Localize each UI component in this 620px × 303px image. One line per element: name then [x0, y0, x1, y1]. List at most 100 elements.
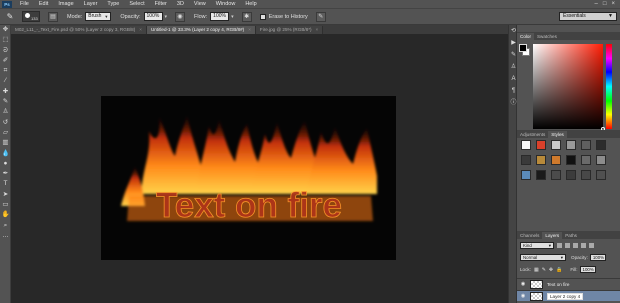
color-picker-field[interactable] — [533, 44, 605, 131]
eye-icon[interactable]: ◉ — [519, 293, 527, 299]
foreground-color-swatch[interactable] — [519, 44, 527, 52]
style-swatch[interactable] — [551, 170, 561, 180]
style-swatch[interactable] — [581, 140, 591, 150]
zoom-tool-icon[interactable]: ⌕ — [0, 221, 11, 231]
menu-help[interactable]: Help — [240, 0, 261, 8]
opacity-slider-arrow-icon[interactable]: ▾ — [165, 14, 168, 20]
eyedropper-tool-icon[interactable]: ⁄ — [0, 76, 11, 86]
style-swatch[interactable] — [521, 170, 531, 180]
hand-tool-icon[interactable]: ✋ — [0, 210, 11, 220]
menu-window[interactable]: Window — [211, 0, 241, 8]
style-swatch[interactable] — [521, 140, 531, 150]
pixel-filter-icon[interactable] — [557, 243, 562, 248]
lock-all-icon[interactable]: 🔒 — [556, 267, 562, 273]
style-swatch[interactable] — [551, 140, 561, 150]
quick-select-tool-icon[interactable]: ✐ — [0, 56, 11, 66]
tab-color[interactable]: Color — [517, 33, 534, 40]
more-tools-icon[interactable]: … — [0, 231, 11, 241]
lasso-tool-icon[interactable]: ᘐ — [0, 46, 11, 56]
close-icon[interactable]: × — [248, 26, 251, 34]
hue-slider[interactable] — [606, 44, 612, 129]
menu-type[interactable]: Type — [102, 0, 124, 8]
tab-adjustments[interactable]: Adjustments — [517, 131, 549, 138]
canvas-area[interactable]: Text on fire — [11, 34, 508, 303]
layer-filter-select[interactable]: Kind ▾ — [520, 242, 554, 249]
type-tool-icon[interactable]: T — [0, 179, 11, 189]
history-brush-tool-icon[interactable]: ↺ — [0, 118, 11, 128]
tablet-opacity-pressure-icon[interactable]: ◉ — [175, 11, 186, 22]
close-icon[interactable]: × — [316, 26, 319, 34]
path-select-tool-icon[interactable]: ➤ — [0, 190, 11, 200]
brush-preset-picker[interactable]: 133 — [22, 11, 40, 22]
style-swatch[interactable] — [536, 140, 546, 150]
type-filter-icon[interactable] — [573, 243, 578, 248]
healing-tool-icon[interactable]: ✚ — [0, 87, 11, 97]
clone-stamp-tool-icon[interactable]: ♙ — [0, 107, 11, 117]
tab-fire-jpg[interactable]: Fire.jpg @ 25% (RGB/8*) × — [255, 26, 324, 34]
mode-select[interactable]: Brush ▼ — [85, 12, 112, 21]
style-swatch[interactable] — [596, 155, 606, 165]
flow-slider-arrow-icon[interactable]: ▾ — [231, 14, 234, 20]
brush-tool-icon[interactable]: ✎ — [0, 97, 11, 107]
adjustment-filter-icon[interactable] — [565, 243, 570, 248]
eraser-tool-icon[interactable]: ✎ — [4, 12, 16, 22]
marquee-tool-icon[interactable]: ⬚ — [0, 35, 11, 45]
lock-position-icon[interactable]: ✥ — [549, 267, 553, 273]
flow-field[interactable]: 100% — [210, 12, 230, 21]
menu-layer[interactable]: Layer — [79, 0, 103, 8]
style-swatch[interactable] — [566, 170, 576, 180]
menu-filter[interactable]: Filter — [150, 0, 172, 8]
tab-text-fire-psd[interactable]: M02_L11_-_Text_Fire.psd @ 50% (Layer 2 c… — [11, 26, 147, 34]
dodge-tool-icon[interactable]: ● — [0, 159, 11, 169]
close-button[interactable]: × — [611, 1, 615, 7]
menu-select[interactable]: Select — [124, 0, 149, 8]
pen-tool-icon[interactable]: ✒ — [0, 169, 11, 179]
blend-mode-select[interactable]: Normal ▾ — [520, 254, 566, 261]
airbrush-icon[interactable]: ✱ — [241, 11, 252, 22]
document-canvas[interactable]: Text on fire — [101, 96, 396, 260]
crop-tool-icon[interactable]: ⌗ — [0, 66, 11, 76]
style-swatch[interactable] — [551, 155, 561, 165]
style-swatch[interactable] — [596, 140, 606, 150]
tab-paths[interactable]: Paths — [562, 232, 580, 239]
brush-panel-toggle-icon[interactable]: ▤ — [48, 11, 58, 22]
menu-3d[interactable]: 3D — [172, 0, 189, 8]
rectangle-tool-icon[interactable]: ▭ — [0, 200, 11, 210]
menu-file[interactable]: File — [15, 0, 34, 8]
blur-tool-icon[interactable]: 💧 — [0, 149, 11, 159]
move-tool-icon[interactable]: ✥ — [0, 25, 11, 35]
workspace-select[interactable]: Essentials ▼ — [559, 12, 617, 21]
layer-opacity-field[interactable]: 100% — [589, 254, 606, 261]
smart-object-filter-icon[interactable] — [589, 243, 594, 248]
layer-text-on-fire[interactable]: ◉ Text on fire — [517, 278, 620, 289]
tab-styles[interactable]: Styles — [548, 131, 567, 138]
layer-name[interactable]: Layer 2 copy 4 — [547, 292, 584, 300]
erase-to-history-checkbox[interactable] — [259, 13, 266, 20]
lock-image-icon[interactable]: ✎ — [542, 267, 546, 273]
menu-image[interactable]: Image — [53, 0, 78, 8]
eye-icon[interactable]: ◉ — [519, 281, 527, 287]
tab-untitled-1[interactable]: Untitled-1 @ 33.3% (Layer 2 copy 4, RGB/… — [146, 26, 256, 34]
menu-edit[interactable]: Edit — [34, 0, 53, 8]
style-swatch[interactable] — [566, 140, 576, 150]
fill-field[interactable]: 100% — [579, 266, 596, 273]
tab-channels[interactable]: Channels — [517, 232, 543, 239]
style-swatch[interactable] — [536, 155, 546, 165]
tab-swatches[interactable]: Swatches — [533, 33, 560, 40]
gradient-tool-icon[interactable]: ▥ — [0, 138, 11, 148]
style-swatch[interactable] — [581, 170, 591, 180]
shape-filter-icon[interactable] — [581, 243, 586, 248]
minimize-button[interactable]: – — [595, 1, 598, 7]
menu-view[interactable]: View — [189, 0, 211, 8]
opacity-field[interactable]: 100% — [143, 12, 163, 21]
style-swatch[interactable] — [596, 170, 606, 180]
style-swatch[interactable] — [581, 155, 591, 165]
style-swatch[interactable] — [566, 155, 576, 165]
maximize-button[interactable]: □ — [603, 1, 607, 7]
style-swatch[interactable] — [536, 170, 546, 180]
tablet-size-pressure-icon[interactable]: ✎ — [315, 11, 326, 22]
lock-transparent-icon[interactable]: ▦ — [534, 267, 539, 273]
close-icon[interactable]: × — [139, 26, 142, 34]
eraser-tool-icon[interactable]: ▱ — [0, 128, 11, 138]
tab-layers[interactable]: Layers — [542, 232, 563, 239]
